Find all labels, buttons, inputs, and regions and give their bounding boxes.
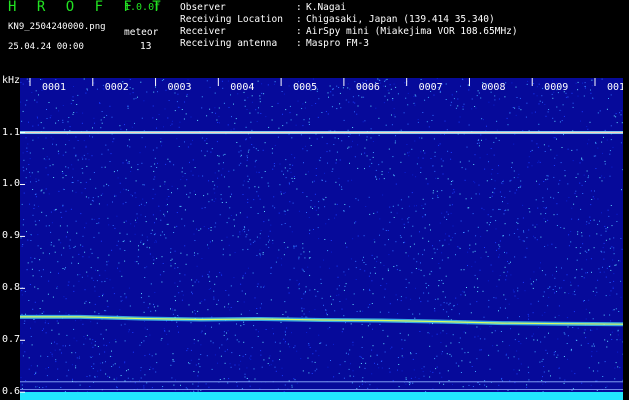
receiver-key: Receiver: [180, 26, 226, 37]
receiver-colon: :: [296, 26, 302, 37]
location-key: Receiving Location: [180, 14, 283, 25]
observer-value: K.Nagai: [306, 2, 347, 13]
x-tick-label: 0008: [481, 82, 505, 93]
y-tick-label: 0.8: [2, 282, 21, 294]
signal-trace: [20, 316, 623, 325]
y-tick-label: 0.7: [2, 334, 21, 346]
x-tick-label: 0010: [607, 82, 623, 93]
antenna-value: Maspro FM-3: [306, 38, 369, 49]
antenna-colon: :: [296, 38, 302, 49]
receiver-value: AirSpy mini (Miakejima VOR 108.65MHz): [306, 26, 518, 37]
meteor-label: meteor: [124, 27, 159, 38]
carrier-line-core: [20, 132, 623, 134]
antenna-key: Receiving antenna: [180, 38, 278, 49]
y-tick-label: 0.9: [2, 230, 21, 242]
x-tick-label: 0006: [356, 82, 380, 93]
baseline-band: [20, 392, 623, 400]
x-tick-label: 0007: [419, 82, 443, 93]
observer-key: Observer: [180, 2, 226, 13]
file-datetime: 25.04.24 00:00: [8, 42, 84, 52]
spectrogram-plot: 0001 0002 0003 0004 0005 0006 0007 0008 0009 0010: [20, 78, 623, 400]
spectrogram-canvas: 0001 0002 0003 0004 0005 0006 0007 0008 0009 0010: [20, 78, 623, 400]
x-tick-label: 0009: [544, 82, 568, 93]
x-tick-label: 0001: [42, 82, 66, 93]
y-tick-label: 0.6: [2, 386, 21, 398]
x-tick-label: 0004: [230, 82, 254, 93]
meteor-count: 13: [140, 41, 152, 52]
location-colon: :: [296, 14, 302, 25]
noise-speckle: [20, 78, 623, 400]
x-tick-label: 0005: [293, 82, 317, 93]
y-unit-label: kHz: [2, 75, 21, 86]
file-name: KN9_2504240000.png: [8, 22, 106, 32]
x-tick-label: 0002: [105, 82, 129, 93]
observer-colon: :: [296, 2, 302, 13]
y-tick-label: 1.0: [2, 178, 21, 190]
header-panel: H R O F F T 1.0.0f KN9_2504240000.png me…: [0, 0, 629, 76]
y-tick-label: 1.1: [2, 126, 21, 138]
location-value: Chigasaki, Japan (139.414 35.340): [306, 14, 495, 25]
x-tick-label: 0003: [168, 82, 192, 93]
app-version: 1.0.0f: [124, 2, 161, 13]
